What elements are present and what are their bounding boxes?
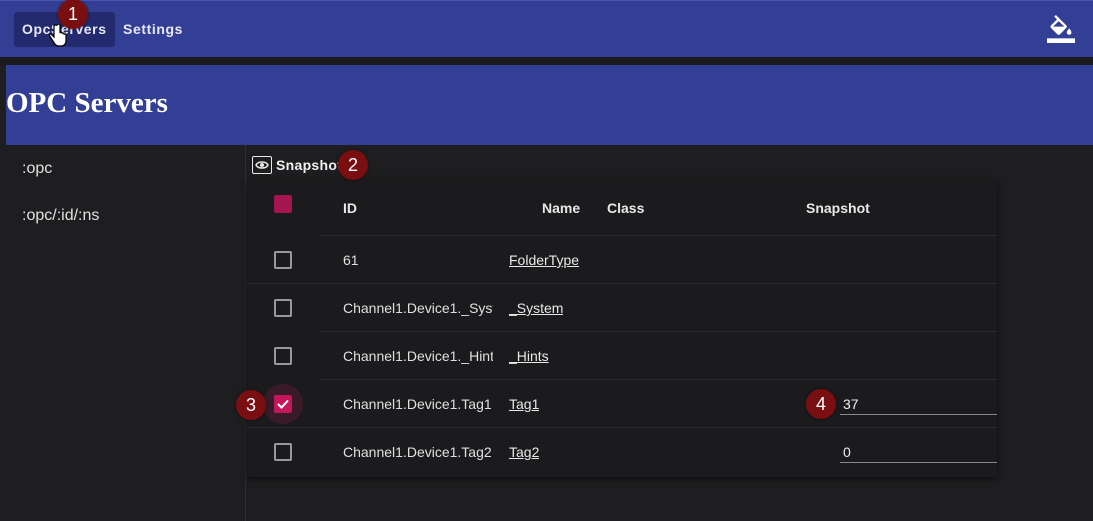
- row-checkbox[interactable]: [274, 347, 292, 365]
- sidebar-route-opc-id-ns[interactable]: :opc/:id/:ns: [22, 207, 99, 225]
- row-checkbox[interactable]: [274, 395, 292, 413]
- row-id: Channel1.Device1._Hints: [343, 348, 493, 364]
- row-id: Channel1.Device1.Tag1: [343, 396, 492, 412]
- tags-table: ID Name Class Snapshot 61 FolderType Cha…: [247, 180, 997, 477]
- table-row: 61 FolderType: [247, 236, 997, 284]
- row-name-link[interactable]: FolderType: [509, 252, 579, 268]
- row-checkbox[interactable]: [274, 443, 292, 461]
- snapshot-button[interactable]: Snapshot: [252, 150, 342, 180]
- select-all-checkbox[interactable]: [274, 195, 292, 213]
- table-row: Channel1.Device1.Tag1 Tag1: [247, 380, 997, 428]
- annotation-marker: 4: [806, 389, 836, 419]
- toolbar-divider: [0, 57, 1093, 65]
- check-icon: [277, 399, 289, 409]
- theme-button[interactable]: [1047, 15, 1075, 43]
- sidebar: :opc :opc/:id/:ns: [0, 145, 246, 521]
- row-name-link[interactable]: Tag1: [509, 396, 539, 412]
- row-checkbox[interactable]: [274, 251, 292, 269]
- page-title: OPC Servers: [6, 87, 168, 119]
- table-row: Channel1.Device1.Tag2 Tag2: [247, 428, 997, 476]
- page-header: OPC Servers: [6, 65, 1093, 145]
- snapshot-value-input[interactable]: [840, 393, 997, 415]
- row-name-link[interactable]: Tag2: [509, 444, 539, 460]
- pointer-cursor-icon: [48, 24, 67, 47]
- row-id: Channel1.Device1._System: [343, 300, 493, 316]
- row-id: 61: [343, 252, 359, 268]
- row-name-link[interactable]: _System: [509, 300, 563, 316]
- annotation-marker: 3: [236, 390, 266, 420]
- table-header-row: ID Name Class Snapshot: [247, 180, 997, 236]
- snapshot-button-label: Snapshot: [276, 157, 343, 173]
- row-id: Channel1.Device1.Tag2: [343, 444, 492, 460]
- top-toolbar: OpcServers Settings: [0, 0, 1093, 57]
- eye-icon: [252, 156, 272, 174]
- row-checkbox[interactable]: [274, 299, 292, 317]
- format-color-fill-icon: [1047, 15, 1075, 43]
- column-header-name: Name: [542, 200, 581, 216]
- column-header-class: Class: [607, 200, 645, 216]
- sidebar-route-opc[interactable]: :opc: [22, 160, 52, 178]
- table-row: Channel1.Device1._System _System: [247, 284, 997, 332]
- snapshot-value-input[interactable]: [840, 441, 997, 463]
- row-name-link[interactable]: _Hints: [509, 348, 549, 364]
- column-header-id: ID: [343, 200, 357, 216]
- nav-settings-button[interactable]: Settings: [115, 12, 191, 47]
- table-row: Channel1.Device1._Hints _Hints: [247, 332, 997, 380]
- column-header-snapshot: Snapshot: [806, 200, 870, 216]
- annotation-marker: 1: [58, 0, 88, 29]
- annotation-marker: 2: [338, 150, 368, 180]
